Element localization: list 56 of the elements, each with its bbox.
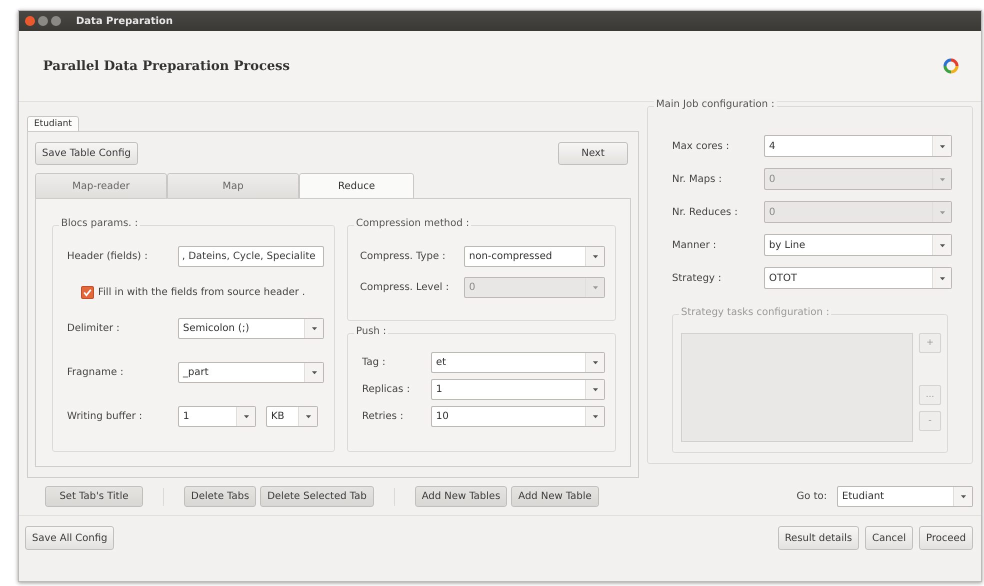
footer-button[interactable]: Proceed bbox=[918, 526, 973, 550]
minimize-button[interactable] bbox=[38, 16, 48, 26]
combo-box[interactable]: OTOT bbox=[764, 267, 952, 289]
footer-button[interactable]: Result details bbox=[778, 526, 860, 550]
tab-action-button[interactable]: Add New Tables bbox=[414, 486, 508, 507]
field-label: Replicas : bbox=[362, 384, 411, 395]
combo-box[interactable]: 10 bbox=[431, 406, 605, 427]
combo-box[interactable]: by Line bbox=[764, 234, 952, 256]
combo-box[interactable]: _part bbox=[178, 362, 324, 383]
step-tab[interactable]: Reduce bbox=[299, 173, 414, 198]
goto-combo-box[interactable]: Etudiant bbox=[837, 486, 973, 507]
field-label: Writing buffer : bbox=[67, 411, 144, 422]
maximize-button[interactable] bbox=[51, 16, 61, 26]
save-table-config-button[interactable]: Save Table Config bbox=[35, 142, 138, 165]
field-label: Compress. Type : bbox=[360, 251, 447, 262]
tab-action-button[interactable]: Set Tab's Title bbox=[45, 486, 143, 507]
window-title: Data Preparation bbox=[76, 16, 173, 26]
save-all-config-button[interactable]: Save All Config bbox=[25, 526, 114, 550]
logo-icon bbox=[943, 58, 959, 74]
combo-box[interactable]: non-compressed bbox=[464, 246, 605, 267]
group-title: Main Job configuration : bbox=[654, 99, 777, 110]
field-label: Fragname : bbox=[67, 367, 125, 378]
header-title: Parallel Data Preparation Process bbox=[43, 58, 290, 74]
field-label: Strategy : bbox=[672, 272, 722, 284]
combo-box[interactable]: Semicolon (;) bbox=[178, 318, 324, 339]
step-tab[interactable]: Map-reader bbox=[35, 173, 167, 198]
group-title: Blocs params. : bbox=[59, 218, 140, 229]
group-title: Compression method : bbox=[354, 218, 472, 229]
checkbox-label: Fill in with the fields from source header . bbox=[98, 287, 306, 298]
combo-box[interactable]: 1 bbox=[178, 406, 256, 427]
combo-box[interactable]: KB bbox=[266, 406, 318, 427]
field-label: Max cores : bbox=[672, 140, 730, 152]
field-label: Manner : bbox=[672, 240, 718, 250]
checkbox[interactable] bbox=[81, 286, 94, 299]
field-label: Retries : bbox=[362, 411, 404, 422]
tab-action-button[interactable]: Add New Table bbox=[511, 486, 599, 507]
field-label: Compress. Level : bbox=[360, 282, 450, 293]
combo-box[interactable]: 4 bbox=[764, 135, 952, 157]
combo-box[interactable]: 1 bbox=[431, 379, 605, 400]
close-button[interactable] bbox=[25, 16, 35, 26]
tab-action-button[interactable]: Delete Selected Tab bbox=[260, 486, 374, 507]
field-label: Delimiter : bbox=[67, 323, 121, 334]
field-label: Nr. Maps : bbox=[672, 174, 723, 184]
step-tab[interactable]: Map bbox=[167, 173, 299, 198]
field-label: Nr. Reduces : bbox=[672, 206, 739, 218]
combo-box[interactable]: et bbox=[431, 352, 605, 373]
group-title: Strategy tasks configuration : bbox=[679, 307, 832, 318]
group-title: Push : bbox=[354, 326, 388, 337]
field-label: Tag : bbox=[362, 357, 386, 368]
goto-label: Go to: bbox=[796, 491, 827, 502]
footer-button[interactable]: Cancel bbox=[865, 526, 913, 550]
text-field[interactable]: , Dateins, Cycle, Specialite bbox=[178, 246, 324, 267]
field-label: Header (fields) : bbox=[67, 251, 149, 262]
table-tab[interactable]: Etudiant bbox=[27, 116, 79, 131]
next-button[interactable]: Next bbox=[558, 142, 628, 165]
tab-action-button[interactable]: Delete Tabs bbox=[184, 486, 256, 507]
